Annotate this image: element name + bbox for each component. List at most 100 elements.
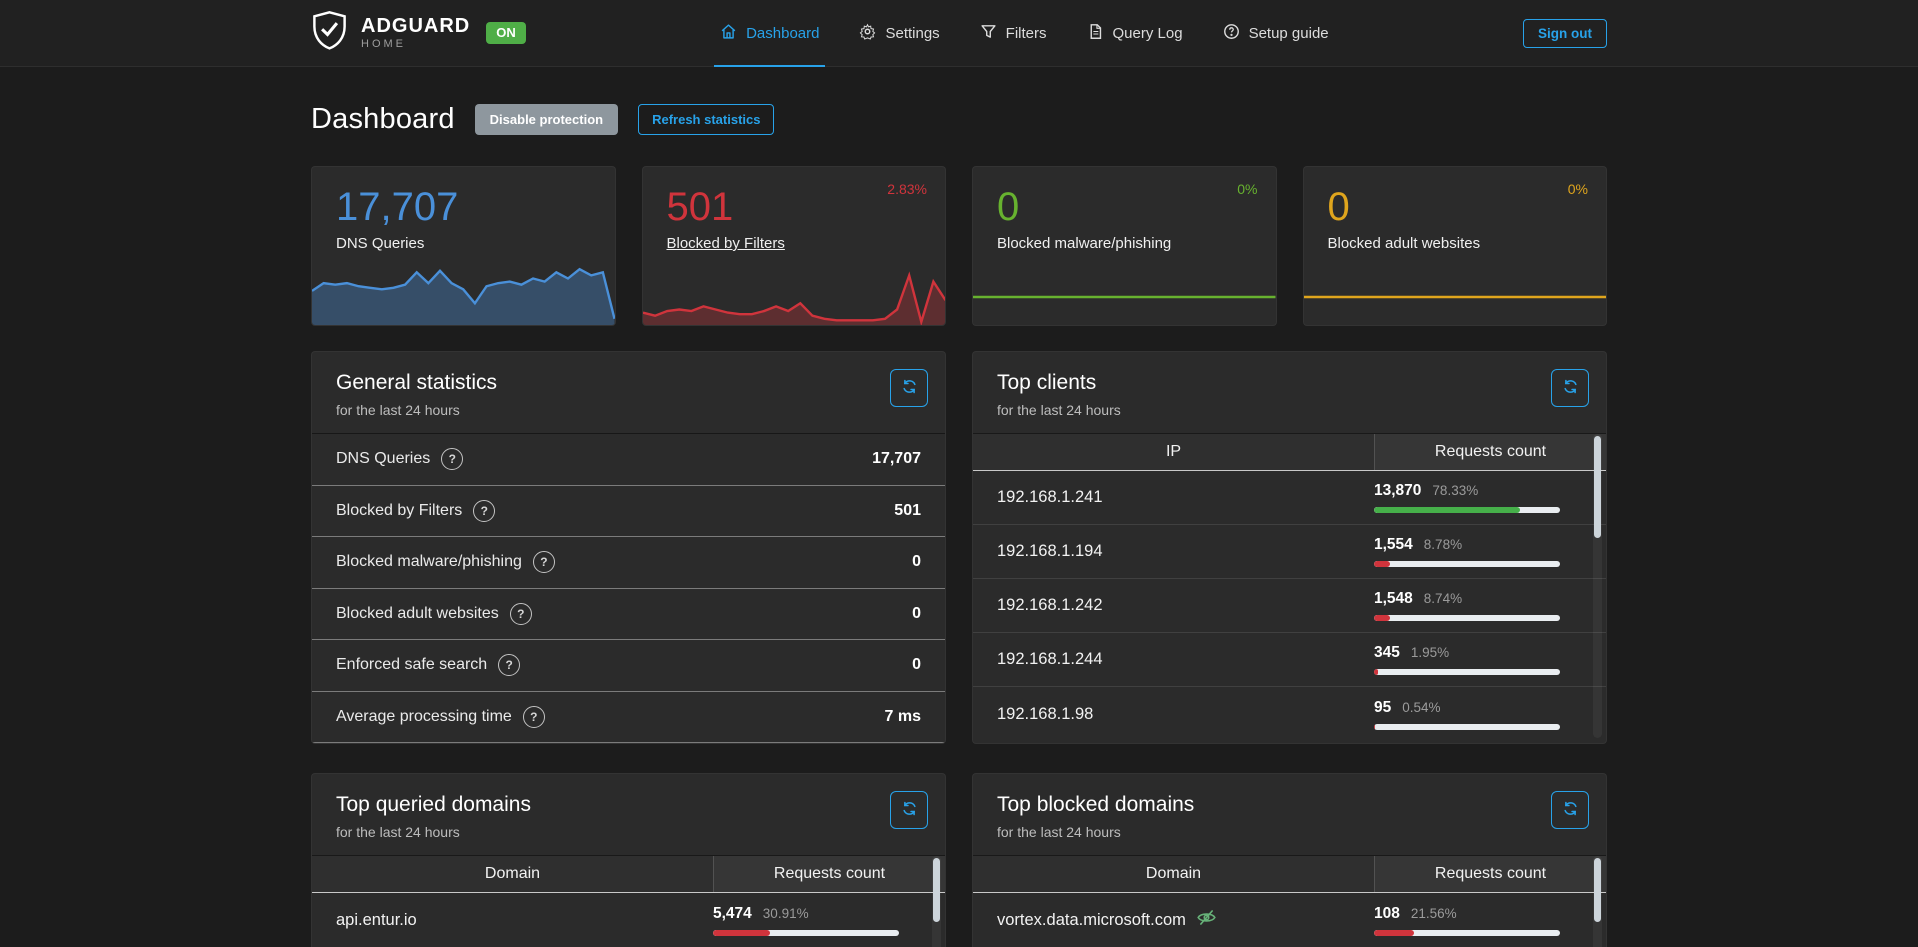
panel-title: Top queried domains	[336, 793, 921, 817]
general-statistics-panel: General statistics for the last 24 hours…	[311, 351, 946, 744]
top-blocked-domains-panel: Top blocked domains for the last 24 hour…	[972, 773, 1607, 947]
requests-percent: 30.91%	[763, 906, 809, 921]
question-circle-icon	[1223, 23, 1240, 44]
refresh-statistics-button[interactable]: Refresh statistics	[638, 104, 774, 135]
stat-row: Enforced safe search ? 0	[312, 640, 945, 692]
nav-menu: Dashboard Settings Filters	[720, 0, 1329, 66]
help-icon[interactable]: ?	[533, 551, 555, 573]
requests-count: 95	[1374, 699, 1391, 717]
client-ip-link[interactable]: 192.168.1.98	[973, 705, 1374, 724]
panel-title: Top blocked domains	[997, 793, 1582, 817]
funnel-icon	[980, 23, 997, 44]
domain-text: vortex.data.microsoft.com	[997, 911, 1186, 930]
help-icon[interactable]: ?	[523, 706, 545, 728]
nav-item-settings[interactable]: Settings	[859, 0, 939, 66]
column-header-requests-count: Requests count	[1374, 434, 1606, 470]
nav-item-label: Filters	[1006, 25, 1047, 42]
stat-row-value: 0	[912, 553, 921, 571]
general-statistics-list: DNS Queries ? 17,707 Blocked by Filters …	[312, 433, 945, 743]
panel-title: General statistics	[336, 371, 921, 395]
requests-percent: 0.54%	[1402, 700, 1440, 715]
stat-card-blocked-malware: 0% 0 Blocked malware/phishing	[972, 166, 1277, 326]
stat-value: 0	[997, 184, 1252, 230]
stat-label: DNS Queries	[336, 235, 591, 252]
panel-subtitle: for the last 24 hours	[997, 824, 1582, 840]
progress-bar	[1374, 724, 1560, 730]
protection-status-badge: ON	[486, 22, 526, 44]
stat-cards-row: 17,707 DNS Queries 2.83% 501 Blocked by …	[311, 166, 1607, 326]
blocked-by-filters-link[interactable]: Blocked by Filters	[667, 235, 922, 252]
refresh-panel-button[interactable]	[1551, 791, 1589, 829]
stat-row: Blocked adult websites ? 0	[312, 589, 945, 641]
table-header: IP Requests count	[973, 433, 1606, 471]
stat-row-label: Blocked adult websites	[336, 605, 499, 623]
nav-item-query-log[interactable]: Query Log	[1087, 0, 1183, 66]
stat-card-blocked-adult: 0% 0 Blocked adult websites	[1303, 166, 1608, 326]
nav-item-setup-guide[interactable]: Setup guide	[1223, 0, 1329, 66]
requests-percent: 1.95%	[1411, 645, 1449, 660]
nav-item-label: Dashboard	[746, 25, 819, 42]
table-header: Domain Requests count	[973, 855, 1606, 893]
refresh-panel-button[interactable]	[890, 369, 928, 407]
client-ip-link[interactable]: 192.168.1.244	[973, 650, 1374, 669]
table-row: vortex.data.microsoft.com 108	[973, 893, 1606, 947]
top-clients-table: 192.168.1.241 13,870 78.33% 192.168.1.19…	[973, 471, 1606, 741]
adguard-logo[interactable]: ADGUARD HOME	[311, 10, 470, 56]
nav-item-dashboard[interactable]: Dashboard	[720, 0, 819, 66]
stat-row-label: DNS Queries	[336, 450, 430, 468]
scrollbar-thumb[interactable]	[1594, 436, 1601, 538]
scrollbar-thumb[interactable]	[1594, 858, 1601, 922]
progress-bar	[1374, 561, 1560, 567]
client-ip-link[interactable]: 192.168.1.241	[973, 488, 1374, 507]
top-queried-domains-panel: Top queried domains for the last 24 hour…	[311, 773, 946, 947]
refresh-panel-button[interactable]	[890, 791, 928, 829]
refresh-icon	[901, 800, 918, 820]
sign-out-button[interactable]: Sign out	[1523, 19, 1607, 48]
stat-row-label: Enforced safe search	[336, 656, 487, 674]
sparkline-chart	[643, 263, 946, 325]
stat-row-label: Blocked by Filters	[336, 502, 462, 520]
stat-value: 0	[1328, 184, 1583, 230]
help-icon[interactable]: ?	[510, 603, 532, 625]
help-icon[interactable]: ?	[441, 448, 463, 470]
stat-row-value: 0	[912, 656, 921, 674]
stat-row-label: Blocked malware/phishing	[336, 553, 522, 571]
refresh-icon	[1562, 800, 1579, 820]
stat-row: Average processing time ? 7 ms	[312, 692, 945, 744]
help-icon[interactable]: ?	[473, 500, 495, 522]
panel-subtitle: for the last 24 hours	[997, 402, 1582, 418]
nav-item-label: Query Log	[1113, 25, 1183, 42]
disable-protection-button[interactable]: Disable protection	[475, 104, 618, 135]
stat-card-dns-queries: 17,707 DNS Queries	[311, 166, 616, 326]
client-ip-link[interactable]: 192.168.1.242	[973, 596, 1374, 615]
scrollbar-track[interactable]	[932, 856, 941, 947]
stat-row-value: 0	[912, 605, 921, 623]
requests-percent: 78.33%	[1432, 483, 1478, 498]
top-queried-table: api.entur.io 5,474 30.91%	[312, 893, 945, 947]
nav-item-label: Setup guide	[1249, 25, 1329, 42]
panel-title: Top clients	[997, 371, 1582, 395]
top-blocked-table: vortex.data.microsoft.com 108	[973, 893, 1606, 947]
table-row: 192.168.1.194 1,554 8.78%	[973, 525, 1606, 579]
domain-link[interactable]: vortex.data.microsoft.com	[973, 907, 1374, 933]
column-header-requests-count: Requests count	[1374, 856, 1606, 892]
top-clients-panel: Top clients for the last 24 hours IP Req…	[972, 351, 1607, 744]
help-icon[interactable]: ?	[498, 654, 520, 676]
shield-check-icon	[311, 10, 348, 56]
scrollbar-track[interactable]	[1593, 434, 1602, 738]
table-row: 192.168.1.244 345 1.95%	[973, 633, 1606, 687]
nav-item-filters[interactable]: Filters	[980, 0, 1047, 66]
refresh-icon	[901, 378, 918, 398]
page-title: Dashboard	[311, 103, 455, 136]
scrollbar-track[interactable]	[1593, 856, 1602, 947]
requests-count: 345	[1374, 644, 1400, 662]
domain-link[interactable]: api.entur.io	[312, 911, 713, 930]
client-ip-link[interactable]: 192.168.1.194	[973, 542, 1374, 561]
document-icon	[1087, 23, 1104, 44]
stat-value: 17,707	[336, 184, 591, 230]
table-row: 192.168.1.242 1,548 8.74%	[973, 579, 1606, 633]
requests-percent: 8.74%	[1424, 591, 1462, 606]
scrollbar-thumb[interactable]	[933, 858, 940, 922]
refresh-panel-button[interactable]	[1551, 369, 1589, 407]
requests-percent: 8.78%	[1424, 537, 1462, 552]
